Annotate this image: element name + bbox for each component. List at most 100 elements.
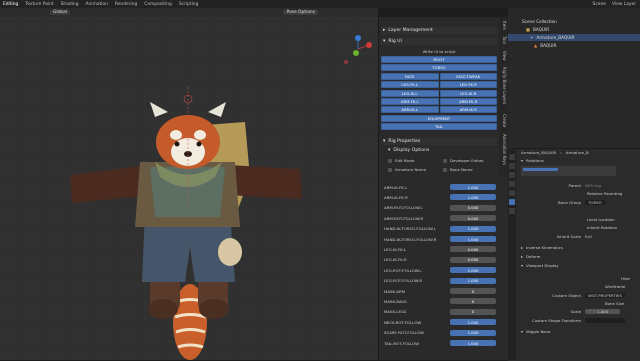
rig-property-slider[interactable]: 0.000 — [450, 215, 496, 222]
workspace-tab[interactable]: Editing — [3, 2, 18, 7]
scene-tab-icon[interactable] — [509, 181, 515, 187]
outliner-row-selected[interactable]: ✦ Armature_BAQUIR — [508, 34, 640, 41]
pose-options-button[interactable]: Pose Options — [283, 10, 318, 15]
workspace-tab[interactable]: Texture Paint — [25, 2, 53, 7]
checkbox[interactable] — [443, 168, 447, 172]
output-tab-icon[interactable] — [509, 172, 515, 178]
rig-property-slider[interactable]: 0.000 — [450, 246, 496, 253]
inherit-rotation-row[interactable]: Inherit Rotation — [521, 224, 640, 231]
rig-layer-button[interactable]: LEG.FK.R — [439, 81, 497, 89]
rig-ui-header[interactable]: ▾ Rig UI — [381, 38, 497, 45]
workspace-tab[interactable]: Rendering — [115, 2, 137, 7]
rig-layer-button[interactable]: LEG.FK.L — [381, 81, 439, 89]
local-location-row[interactable]: Local Location — [521, 216, 640, 223]
workspace-tab[interactable]: Animation — [85, 2, 107, 7]
checkbox[interactable] — [443, 159, 447, 163]
bone-group-field[interactable]: TORSO — [585, 200, 605, 205]
rig-properties-header[interactable]: ▾ Rig Properties — [381, 138, 497, 145]
rig-property-slider[interactable]: 1.000 — [450, 184, 496, 190]
bone-tab-icon[interactable] — [509, 199, 515, 205]
view-layer-selector[interactable]: View Layer — [612, 2, 636, 7]
rig-property-slider[interactable]: 1.000 — [450, 225, 496, 232]
rig-layer-button[interactable]: LEG.IK.R — [439, 89, 497, 97]
workspace-tab[interactable]: Shading — [61, 2, 79, 7]
rig-layer-button[interactable]: FACE-TWEAK — [439, 72, 497, 80]
rig-layer-button[interactable]: EQUIPMENT — [381, 114, 497, 122]
sidebar-tab[interactable]: Rigify Bone Layers — [502, 67, 507, 104]
layer-management-header[interactable]: ▸ Layer Management — [381, 27, 497, 34]
scene-collection-label: Scene Collection — [522, 19, 557, 24]
rig-layer-button[interactable]: ARM.FK.R — [439, 98, 497, 105]
rig-layer-button[interactable]: ROOT — [381, 56, 497, 63]
checkbox-label: Bone Name — [450, 167, 473, 172]
rig-layer-button[interactable]: TORSO — [381, 64, 497, 72]
workspace-tab[interactable]: Scripting — [179, 2, 199, 7]
scale-field[interactable]: 1.000 — [585, 309, 621, 314]
rig-property-slider[interactable]: 0.000 — [450, 256, 496, 263]
constraint-tab-icon[interactable] — [509, 208, 515, 214]
render-tab-icon[interactable] — [509, 163, 515, 169]
object-tab-icon[interactable] — [509, 190, 515, 196]
relative-parenting-row[interactable]: Relative Parenting — [521, 190, 640, 197]
rig-property-slider[interactable]: 0.000 — [450, 204, 496, 211]
hide-row[interactable]: Hide — [521, 275, 640, 282]
rig-property-label: LEG-IK.FK.L — [384, 246, 407, 252]
write-ui-button[interactable]: Write UI to script — [381, 49, 497, 54]
rig-property-slider[interactable]: 1.000 — [450, 194, 496, 201]
checkbox[interactable] — [388, 159, 392, 163]
workspace-tab[interactable]: Compositing — [144, 2, 172, 7]
rig-property-slider[interactable]: 1.000 — [450, 267, 496, 274]
inverse-kinematics-header[interactable]: ▸ Inverse Kinematics — [521, 244, 640, 251]
relations-header[interactable]: ▾ Relations — [521, 157, 640, 164]
bone-layers-grid[interactable] — [521, 166, 616, 176]
tool-tab-icon[interactable] — [509, 154, 515, 160]
display-options-header[interactable]: ▾ Display Options — [386, 147, 496, 154]
viewport-display-header[interactable]: ▾ Viewport Display — [521, 262, 640, 269]
rig-property-slider[interactable]: 1.000 — [450, 340, 496, 346]
rig-layer-button[interactable]: ARM.IK.L — [381, 106, 439, 114]
rig-property-row: LEG-IK.FK.R 0.000 — [384, 256, 497, 264]
rig-property-slider[interactable]: 0 — [450, 288, 496, 294]
sidebar-tab[interactable]: Create — [502, 114, 507, 127]
outliner-row[interactable]: ■ BAQUIR — [508, 26, 640, 33]
deform-header[interactable]: ▸ Deform — [521, 253, 640, 260]
wireframe-row[interactable]: Wireframe — [521, 283, 640, 290]
sidebar-tab[interactable]: View — [502, 51, 507, 61]
rig-property-slider[interactable]: 0 — [450, 298, 496, 305]
chevron-right-icon: ▸ — [383, 28, 386, 33]
rig-layer-button[interactable]: ARM.IK.R — [439, 106, 497, 114]
wiggle-bone-header[interactable]: ▾ Wiggle Bone — [521, 328, 640, 335]
outliner-row[interactable]: ▲ BAQUIR — [508, 42, 640, 49]
rig-property-row: ARM-IK.FK.R 1.000 — [384, 193, 497, 201]
rig-property-slider[interactable]: 1.000 — [450, 236, 496, 242]
custom-shape-transform-field[interactable] — [585, 318, 625, 323]
rig-property-slider[interactable]: 1.000 — [450, 277, 496, 284]
rig-layer-button[interactable]: TAIL — [381, 123, 497, 131]
inherit-scale-dropdown[interactable]: Full — [585, 234, 592, 239]
scene-selector[interactable]: Scene — [593, 2, 606, 7]
sidebar-tab[interactable]: Tool — [502, 36, 507, 44]
sidebar-tab[interactable]: Item — [502, 21, 507, 30]
rig-property-slider[interactable]: 1.000 — [450, 329, 496, 336]
rig-property-row: HAND-IK-TORSO-FOLLOW.R 1.000 — [384, 235, 497, 243]
viewport-canvas[interactable] — [0, 17, 378, 360]
bone-group-label: Bone Group — [558, 200, 581, 205]
checkbox[interactable] — [388, 168, 392, 172]
rig-property-row: LEG-IK.FK.L 0.000 — [384, 245, 497, 253]
rig-property-row: ARM-ROT-FOLLOW.R 0.000 — [384, 214, 497, 222]
orientation-dropdown[interactable]: Global — [50, 10, 71, 15]
rig-property-row: ARM-IK.FK.L 1.000 — [384, 183, 497, 191]
parent-field[interactable]: DEF.ring — [585, 183, 601, 188]
rig-layer-button[interactable]: ARM.FK.L — [381, 98, 439, 105]
custom-object-field[interactable]: WGT-PROPERTIES — [585, 293, 625, 298]
rig-layer-button[interactable]: LEG.IK.L — [381, 89, 439, 97]
display-options-label: Display Options — [393, 148, 430, 153]
bone-size-row[interactable]: Bone Size — [521, 300, 640, 307]
checkbox-label: Developer Extras — [450, 158, 484, 163]
scene-collection-row[interactable]: Scene Collection — [508, 18, 640, 25]
sidebar-tab[interactable]: Animation Keys — [502, 134, 507, 165]
rig-property-slider[interactable]: 0 — [450, 308, 496, 315]
3d-viewport[interactable]: Global Pose Options — [0, 8, 378, 360]
rig-property-slider[interactable]: 1.000 — [450, 319, 496, 326]
rig-layer-button[interactable]: FACE — [381, 72, 439, 80]
